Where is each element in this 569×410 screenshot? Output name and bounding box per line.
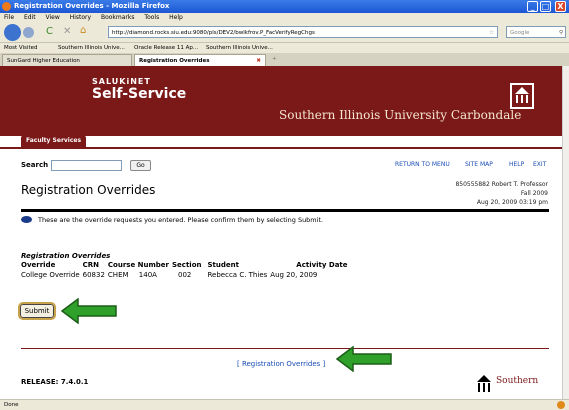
- status-text: Done: [4, 402, 19, 408]
- bookmark-most-visited[interactable]: Most Visited: [4, 43, 37, 53]
- url-bar[interactable]: http://diamond.rocks.siu.edu:9080/pls/DE…: [108, 26, 498, 38]
- firefox-icon: [2, 2, 11, 11]
- back-button-icon[interactable]: [4, 24, 21, 41]
- tab-bar: SunGard Higher Education Registration Ov…: [0, 53, 569, 66]
- overrides-table: Override CRN Course Number Section Stude…: [21, 261, 351, 279]
- tab-sungard-label: SunGard Higher Education: [7, 58, 80, 64]
- bookmark-oracle-release[interactable]: Oracle Release 11 Ap...: [134, 43, 198, 53]
- col-student: Student: [207, 261, 239, 269]
- info-message: These are the override requests you ente…: [38, 216, 324, 224]
- url-text: http://diamond.rocks.siu.edu:9080/pls/DE…: [112, 30, 315, 36]
- col-course-number: Course Number: [107, 261, 170, 269]
- brand-self-service: Self-Service: [92, 86, 187, 102]
- reload-icon[interactable]: C: [46, 26, 53, 37]
- forward-button-icon[interactable]: [23, 27, 34, 38]
- table-row: College Override 60832 CHEM 140A 002 Reb…: [21, 269, 351, 279]
- bookmark-siu-2[interactable]: Southern Illinois Unive...: [206, 43, 273, 53]
- maximize-button[interactable]: □: [540, 1, 551, 12]
- table-caption: Registration Overrides: [21, 252, 111, 260]
- return-to-menu-link[interactable]: RETURN TO MENU: [395, 161, 450, 168]
- cell-course: CHEM 140A: [108, 269, 172, 279]
- footer-building-icon: [477, 375, 491, 392]
- search-label: Search: [21, 161, 49, 169]
- vertical-scrollbar[interactable]: [562, 66, 569, 399]
- user-id-name: 850555882 Robert T. Professor: [455, 181, 548, 188]
- menu-history[interactable]: History: [70, 14, 91, 21]
- new-tab-icon[interactable]: +: [272, 53, 277, 66]
- tab-sungard[interactable]: SunGard Higher Education: [2, 54, 132, 66]
- col-section: Section: [172, 261, 202, 269]
- tab-registration-overrides[interactable]: Registration Overrides ✖: [134, 54, 266, 66]
- faculty-services-tab[interactable]: Faculty Services: [21, 135, 87, 147]
- search-engine-placeholder: Google: [510, 30, 530, 36]
- navigation-toolbar: C ✕ ⌂ http://diamond.rocks.siu.edu:9080/…: [0, 23, 569, 43]
- timestamp: Aug 20, 2009 03:19 pm: [476, 199, 548, 206]
- col-activity-date: Activity Date: [296, 261, 348, 269]
- stop-icon[interactable]: ✕: [63, 26, 71, 37]
- cell-subject: CHEM: [107, 271, 129, 279]
- tab-underline: [0, 147, 562, 149]
- exit-link[interactable]: EXIT: [533, 161, 546, 168]
- menu-tools[interactable]: Tools: [144, 14, 159, 21]
- col-override: Override: [21, 261, 56, 269]
- site-map-link[interactable]: SITE MAP: [465, 161, 493, 168]
- menu-view[interactable]: View: [46, 14, 60, 21]
- page-banner: SALUKiNET Self-Service Southern Illinois…: [0, 66, 562, 136]
- info-icon: [21, 216, 32, 223]
- magnifier-icon[interactable]: ⚲: [559, 27, 563, 39]
- arrow-to-footer-link-icon: [335, 346, 392, 372]
- window-title: Registration Overrides - Mozilla Firefox: [14, 2, 170, 10]
- menu-edit[interactable]: Edit: [24, 14, 36, 21]
- home-icon[interactable]: ⌂: [80, 25, 86, 36]
- table-header-row: Override CRN Course Number Section Stude…: [21, 261, 351, 269]
- footer-registration-overrides-link[interactable]: [ Registration Overrides ]: [237, 360, 325, 368]
- term-label: Fall 2009: [520, 190, 548, 197]
- menu-file[interactable]: File: [4, 14, 14, 21]
- cell-override: College Override: [21, 271, 80, 279]
- footer-logo-text: Southern: [496, 376, 539, 386]
- university-logo-icon: [510, 83, 534, 109]
- university-name: Southern Illinois University Carbondale: [279, 108, 522, 122]
- cell-student: Rebecca C. Thies: [207, 271, 268, 279]
- footer-logo: Southern: [470, 372, 544, 399]
- cell-course-number: 140A: [138, 271, 157, 279]
- close-button[interactable]: X: [555, 1, 566, 12]
- arrow-to-submit-icon: [60, 298, 117, 324]
- status-bar: Done: [0, 399, 569, 410]
- bookmark-siu-1[interactable]: Southern Illinois Unive...: [58, 43, 125, 53]
- menu-help[interactable]: Help: [169, 14, 183, 21]
- minimize-button[interactable]: _: [527, 1, 538, 12]
- tab-registration-label: Registration Overrides: [139, 58, 210, 64]
- bookmarks-toolbar: Most Visited Southern Illinois Unive... …: [0, 43, 569, 53]
- cell-section: 002: [178, 271, 192, 279]
- header-divider: [21, 209, 549, 212]
- brand-salukinet: SALUKiNET: [92, 77, 151, 86]
- addon-status-icon[interactable]: [557, 401, 565, 409]
- bookmark-star-icon[interactable]: ☆: [489, 27, 494, 39]
- footer-divider: [21, 348, 549, 349]
- window-title-bar: Registration Overrides - Mozilla Firefox…: [0, 0, 569, 13]
- web-search-input[interactable]: Google ⚲: [506, 26, 566, 38]
- page-content: SALUKiNET Self-Service Southern Illinois…: [0, 66, 562, 399]
- col-crn: CRN: [82, 261, 100, 269]
- cell-activity-date: Aug 20, 2009: [270, 271, 318, 279]
- help-link[interactable]: HELP: [509, 161, 524, 168]
- go-button[interactable]: Go: [130, 160, 151, 171]
- cell-crn: 60832: [82, 271, 105, 279]
- release-version: RELEASE: 7.4.0.1: [21, 378, 89, 386]
- menu-bookmarks[interactable]: Bookmarks: [101, 14, 135, 21]
- page-title: Registration Overrides: [21, 183, 156, 197]
- search-input[interactable]: [51, 160, 122, 171]
- menu-bar: File Edit View History Bookmarks Tools H…: [0, 13, 569, 23]
- submit-button[interactable]: Submit: [18, 302, 56, 320]
